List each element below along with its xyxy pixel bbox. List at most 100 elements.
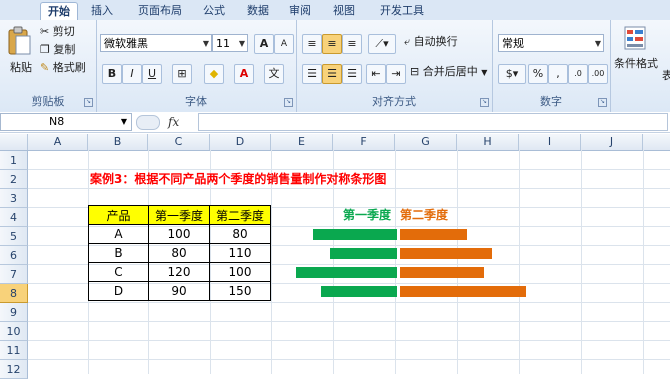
row-header-4[interactable]: 4 [0, 208, 28, 227]
wrap-text-button[interactable]: ⤶ 自动换行 [404, 34, 458, 50]
currency-button[interactable]: $▾ [498, 64, 526, 84]
table-cell[interactable]: 110 [209, 243, 271, 263]
bar-q1-c[interactable] [296, 267, 397, 278]
tab-page-layout[interactable]: 页面布局 [130, 2, 190, 20]
table-cell[interactable]: 150 [209, 281, 271, 301]
header-cell-product[interactable]: 产品 [88, 205, 149, 225]
bold-button[interactable]: B [102, 64, 122, 84]
row-header-7[interactable]: 7 [0, 265, 28, 284]
column-header-h[interactable]: H [457, 134, 519, 150]
formula-input[interactable] [198, 113, 668, 131]
column-header-b[interactable]: B [88, 134, 148, 150]
table-cell[interactable]: 90 [148, 281, 210, 301]
tab-insert[interactable]: 插入 [84, 2, 120, 20]
row-header-1[interactable]: 1 [0, 151, 28, 170]
table-cell[interactable]: C [88, 262, 149, 282]
name-box[interactable]: N8 ▼ [0, 113, 132, 131]
decrease-indent-button[interactable]: ⇤ [366, 64, 386, 84]
row-header-9[interactable]: 9 [0, 303, 28, 322]
bar-q1-a[interactable] [313, 229, 397, 240]
align-center-button[interactable]: ☰ [322, 64, 342, 84]
column-header-c[interactable]: C [148, 134, 210, 150]
fill-color-button[interactable]: ◆ [204, 64, 224, 84]
tab-formulas[interactable]: 公式 [196, 2, 232, 20]
increase-indent-button[interactable]: ⇥ [386, 64, 406, 84]
symmetric-bar-chart[interactable] [280, 226, 540, 302]
column-header-j[interactable]: J [581, 134, 643, 150]
bar-q2-a[interactable] [400, 229, 468, 240]
row-header-2[interactable]: 2 [0, 170, 28, 189]
table-format-label[interactable]: 表 [662, 68, 670, 84]
insert-function-icon[interactable]: fx [168, 115, 179, 129]
bar-q2-c[interactable] [400, 267, 484, 278]
column-header-f[interactable]: F [333, 134, 395, 150]
tab-view[interactable]: 视图 [326, 2, 362, 20]
align-right-button[interactable]: ☰ [342, 64, 362, 84]
table-cell[interactable]: B [88, 243, 149, 263]
table-cell[interactable]: D [88, 281, 149, 301]
sheet-title[interactable]: 案例3：根据不同产品两个季度的销售量制作对称条形图 [90, 170, 386, 189]
row-header-11[interactable]: 11 [0, 341, 28, 360]
cut-button[interactable]: ✂ 剪切 [40, 24, 75, 40]
clipboard-launcher-icon[interactable]: ↘ [84, 98, 93, 107]
font-color-button[interactable]: A [234, 64, 254, 84]
copy-button[interactable]: ❐ 复制 [40, 42, 75, 58]
align-left-button[interactable]: ☰ [302, 64, 322, 84]
table-cell[interactable]: 120 [148, 262, 210, 282]
column-header-a[interactable]: A [28, 134, 88, 150]
underline-button[interactable]: U [142, 64, 162, 84]
font-size-combo[interactable]: 11 ▼ [212, 34, 248, 52]
paste-button[interactable] [6, 26, 32, 58]
merge-center-button[interactable]: ⊟ 合并后居中 ▼ [410, 64, 487, 81]
row-header-5[interactable]: 5 [0, 227, 28, 246]
formula-bar-splitter[interactable] [136, 115, 160, 130]
decrease-decimal-button[interactable]: .00 [588, 64, 608, 84]
shrink-font-button[interactable]: A [274, 34, 294, 54]
phonetic-button[interactable]: 文 [264, 64, 284, 84]
header-cell-q2[interactable]: 第二季度 [209, 205, 271, 225]
number-launcher-icon[interactable]: ↘ [598, 98, 607, 107]
increase-decimal-button[interactable]: .0 [568, 64, 588, 84]
column-header-g[interactable]: G [395, 134, 457, 150]
row-header-10[interactable]: 10 [0, 322, 28, 341]
row-header-6[interactable]: 6 [0, 246, 28, 265]
format-painter-button[interactable]: ✎ 格式刷 [40, 60, 86, 76]
table-cell[interactable]: 100 [148, 224, 210, 244]
align-top-button[interactable]: ≡ [302, 34, 322, 54]
table-cell[interactable]: 100 [209, 262, 271, 282]
borders-button[interactable]: ⊞ [172, 64, 192, 84]
number-format-combo[interactable]: 常规 ▼ [498, 34, 604, 52]
tab-data[interactable]: 数据 [240, 2, 276, 20]
font-launcher-icon[interactable]: ↘ [284, 98, 293, 107]
font-name-combo[interactable]: 微软雅黑 ▼ [100, 34, 212, 52]
align-middle-button[interactable]: ≡ [322, 34, 342, 54]
column-header-e[interactable]: E [271, 134, 333, 150]
percent-button[interactable]: % [528, 64, 548, 84]
column-header-d[interactable]: D [210, 134, 271, 150]
orientation-button[interactable]: ⟋▾ [368, 34, 396, 54]
header-cell-q1[interactable]: 第一季度 [148, 205, 210, 225]
italic-button[interactable]: I [122, 64, 142, 84]
column-header-i[interactable]: I [519, 134, 581, 150]
tab-review[interactable]: 审阅 [282, 2, 318, 20]
table-cell[interactable]: A [88, 224, 149, 244]
grow-font-button[interactable]: A [254, 34, 274, 54]
tab-developer[interactable]: 开发工具 [372, 2, 432, 20]
bar-q1-b[interactable] [329, 248, 397, 259]
row-header-3[interactable]: 3 [0, 189, 28, 208]
bar-q1-d[interactable] [321, 286, 397, 297]
alignment-launcher-icon[interactable]: ↘ [480, 98, 489, 107]
row-header-8-selected[interactable]: 8 [0, 284, 28, 303]
table-cell[interactable]: 80 [209, 224, 271, 244]
conditional-format-label[interactable]: 条件格式 [614, 56, 658, 72]
comma-button[interactable]: , [548, 64, 568, 84]
table-cell[interactable]: 80 [148, 243, 210, 263]
select-all-corner[interactable] [0, 134, 28, 150]
align-bottom-button[interactable]: ≡ [342, 34, 362, 54]
paste-label[interactable]: 粘贴 [10, 60, 32, 76]
bar-q2-b[interactable] [400, 248, 493, 259]
tab-home[interactable]: 开始 [40, 2, 78, 21]
row-header-12[interactable]: 12 [0, 360, 28, 379]
bar-q2-d[interactable] [400, 286, 526, 297]
conditional-format-button[interactable] [624, 26, 646, 50]
